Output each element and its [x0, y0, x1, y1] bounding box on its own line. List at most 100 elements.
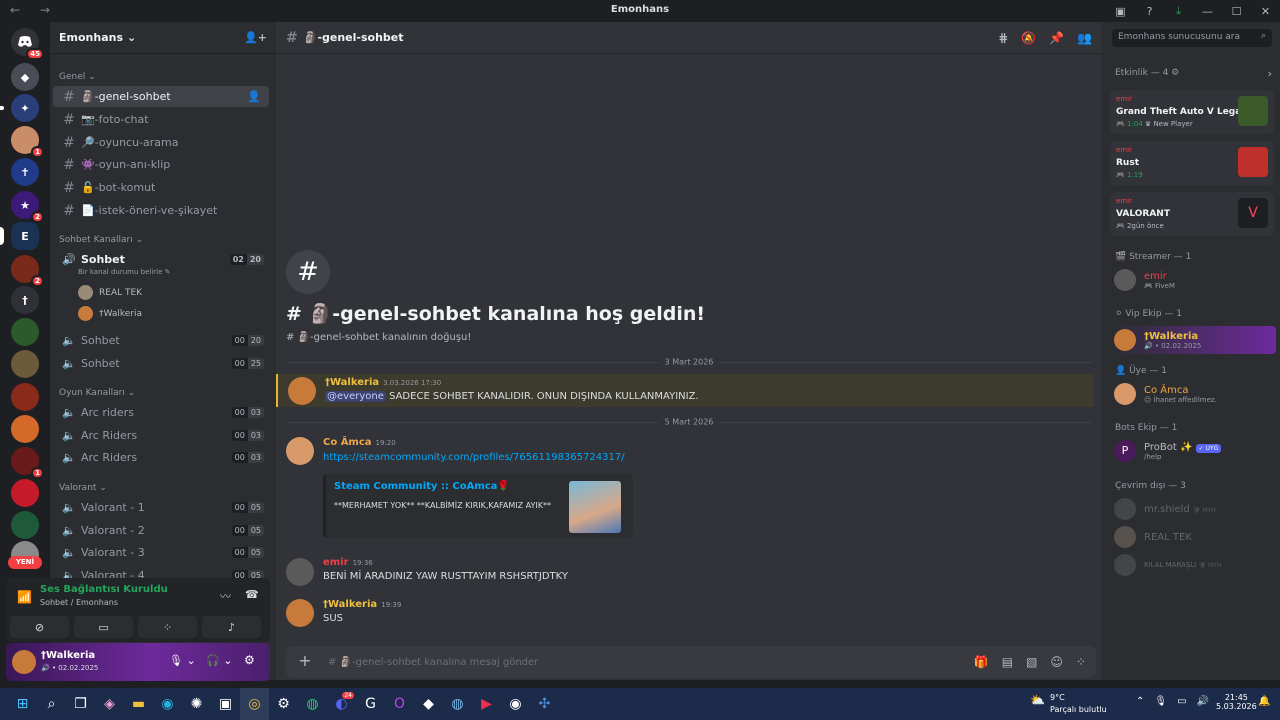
pin-icon[interactable]: 📌 [1049, 31, 1064, 45]
message-author[interactable]: †Walkeria 3.03.2026 17:30 [325, 377, 441, 388]
create-invite-icon[interactable]: 👤 [247, 90, 261, 103]
voice-channel[interactable]: 🔈 Valorant - 2 00 05 [53, 520, 269, 541]
member-item[interactable]: KILAL MARAŞLI 🛡 MYH [1114, 554, 1276, 576]
close-button[interactable]: ✕ [1251, 5, 1280, 18]
category-valorant[interactable]: Valorant ⌄ [59, 483, 107, 493]
app-icon[interactable]: G [356, 688, 385, 720]
emoji-icon[interactable]: ☺ [1050, 655, 1063, 669]
voice-channel[interactable]: 🔈 Sohbet 00 20 [53, 330, 269, 351]
camera-off-button[interactable]: ⊘ [10, 616, 69, 638]
minimize-button[interactable]: — [1193, 5, 1222, 18]
server-icon[interactable] [11, 511, 39, 539]
message[interactable]: emir 19:36 BENİ Mİ ARADINIZ YAW RUSTTAYIM… [276, 555, 1094, 589]
voice-channel[interactable]: 🔈 Arc Riders 00 03 [53, 447, 269, 468]
message[interactable]: †Walkeria 19:39 SUS [276, 598, 1094, 632]
disconnect-icon[interactable]: ☎ [245, 588, 259, 601]
search-icon[interactable]: ⌕ [37, 688, 66, 720]
voice-status[interactable]: Ses Bağlantısı Kuruldu [40, 584, 168, 595]
invite-icon[interactable]: 👤+ [244, 31, 267, 44]
avatar[interactable] [12, 650, 36, 674]
store-icon[interactable]: ▣ [211, 688, 240, 720]
weather-icon[interactable]: ⛅ [1030, 693, 1045, 707]
maximize-button[interactable]: ☐ [1222, 5, 1251, 18]
avatar[interactable] [286, 599, 314, 627]
message-link[interactable]: https://steamcommunity.com/profiles/7656… [323, 452, 625, 463]
avatar[interactable] [288, 377, 316, 405]
help-icon[interactable]: ? [1135, 5, 1164, 18]
category-game[interactable]: Oyun Kanalları ⌄ [59, 388, 135, 398]
activities-button[interactable]: ⁘ [138, 616, 197, 638]
app-icon[interactable]: ◍ [443, 688, 472, 720]
server-icon[interactable] [11, 383, 39, 411]
server-icon[interactable]: ✝ [11, 158, 39, 186]
discord-taskbar-icon[interactable]: ◐ 24 [327, 688, 356, 720]
chevron-up-icon[interactable]: ⌃ [1136, 696, 1144, 707]
channel-oyuncu-arama[interactable]: # 🔎 -oyuncu-arama [53, 132, 269, 153]
server-icon[interactable]: ✦ [0, 94, 39, 122]
message[interactable]: †Walkeria 3.03.2026 17:30 @everyone SADEC… [276, 374, 1094, 407]
sticker-icon[interactable]: ▧ [1026, 655, 1037, 669]
embed-title[interactable]: Steam Community :: CoAmca🌹 [334, 481, 510, 492]
clock[interactable]: 21:45 5.03.2026 [1216, 693, 1257, 711]
notifications-muted-icon[interactable]: 🔕 [1021, 31, 1036, 45]
server-icon[interactable]: 2 [11, 255, 44, 287]
server-icon[interactable]: † [11, 286, 39, 314]
volume-icon[interactable]: 🔊 [1197, 696, 1209, 707]
member-item[interactable]: emir 🎮 FiveM [1114, 269, 1276, 291]
chrome-icon[interactable]: ◎ [240, 688, 269, 720]
notification-bell-icon[interactable]: 🔔 [1258, 696, 1270, 707]
embed-thumbnail[interactable] [569, 481, 621, 533]
message-author[interactable]: †Walkeria 19:39 [323, 599, 401, 610]
voice-channel-active[interactable]: 🔊 Sohbet 02 20 [53, 249, 269, 270]
user-name[interactable]: †Walkeria [41, 650, 95, 661]
nav-arrows[interactable]: ← → [10, 3, 58, 17]
chevron-right-icon[interactable]: › [1268, 67, 1272, 80]
add-attachment-button[interactable]: + [294, 651, 316, 673]
voice-channel[interactable]: 🔈 Sohbet 00 25 [53, 353, 269, 374]
spotify-icon[interactable]: ◍ [298, 688, 327, 720]
weather-temp[interactable]: 9°C [1050, 693, 1065, 702]
server-icon[interactable]: 1 [11, 447, 44, 479]
headphone-icon[interactable]: 🎧 ⌄ [206, 654, 232, 667]
server-icon[interactable]: ◆ [11, 63, 39, 91]
voice-channel[interactable]: 🔈 Valorant - 1 00 05 [53, 497, 269, 518]
voice-location[interactable]: Sohbet / Emonhans [40, 598, 118, 607]
gift-icon[interactable]: 🎁 [974, 655, 989, 669]
server-icon[interactable]: ★ 2 [11, 191, 44, 223]
member-item[interactable]: P ProBot ✨ ✓ UYG/help [1114, 440, 1276, 462]
home-button[interactable]: 45 [11, 28, 44, 60]
member-item[interactable]: †Walkeria 🔊 • 02.02.2025 [1110, 326, 1276, 354]
mic-icon[interactable]: 🎙 ⌄ [169, 654, 196, 667]
apps-icon[interactable]: ⁘ [1076, 655, 1086, 669]
voice-channel[interactable]: 🔈 Arc Riders 00 03 [53, 425, 269, 446]
member-list-icon[interactable]: 👥 [1077, 31, 1092, 45]
message-author[interactable]: Co Âmca 19:20 [323, 437, 396, 448]
steam-icon[interactable]: ⚙ [269, 688, 298, 720]
activity-card[interactable]: emir Grand Theft Auto V Legacy 🎮 1:04 ♛ … [1110, 90, 1274, 134]
edge-icon[interactable]: ◉ [153, 688, 182, 720]
app-icon[interactable]: ▶ [472, 688, 501, 720]
task-view-icon[interactable]: ❐ [66, 688, 95, 720]
chatgpt-icon[interactable]: ✺ [182, 688, 211, 720]
category-voice[interactable]: Sohbet Kanalları ⌄ [59, 235, 143, 245]
opera-icon[interactable]: O [385, 688, 414, 720]
server-search-input[interactable]: Emonhans sunucusunu ara ⌕ [1112, 29, 1272, 47]
download-icon[interactable]: ⤓ [1164, 4, 1193, 18]
guild-header[interactable]: Emonhans ⌄ 👤+ [50, 22, 276, 54]
category-general[interactable]: Genel ⌄ [59, 72, 96, 82]
screen-share-button[interactable]: ▭ [74, 616, 133, 638]
channel-oyun-ani-klip[interactable]: # 👾 -oyun-anı-klip [53, 154, 269, 175]
start-button[interactable]: ⊞ [8, 688, 37, 720]
threads-icon[interactable]: ⋕ [998, 31, 1008, 45]
obs-icon[interactable]: ◉ [501, 688, 530, 720]
mention[interactable]: @everyone [325, 391, 386, 402]
soundboard-button[interactable]: ♪ [202, 616, 261, 638]
inbox-icon[interactable]: ▣ [1106, 5, 1135, 18]
message-author[interactable]: emir 19:36 [323, 557, 373, 568]
server-icon[interactable] [11, 350, 39, 378]
channel-istek-oneri[interactable]: # 📄 -istek-öneri-ve-şikayet [53, 200, 269, 221]
copilot-icon[interactable]: ◈ [95, 688, 124, 720]
member-item[interactable]: REAL TEK [1114, 526, 1276, 548]
voice-channel[interactable]: 🔈 Valorant - 3 00 05 [53, 542, 269, 563]
message-input[interactable]: # 🗿-genel-sohbet kanalına mesaj gönder [328, 657, 538, 668]
